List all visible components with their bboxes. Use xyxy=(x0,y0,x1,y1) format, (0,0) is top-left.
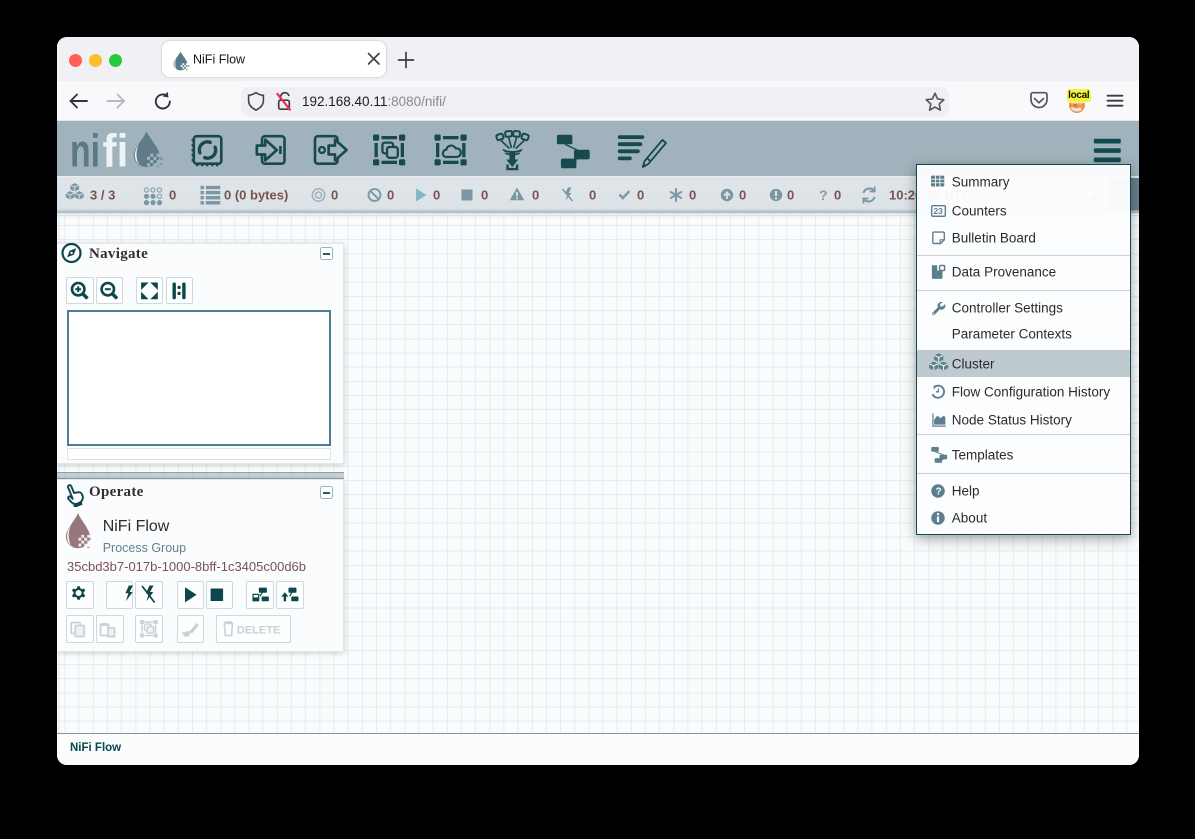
svg-text:?: ? xyxy=(935,486,941,497)
svg-text:3 / 3: 3 / 3 xyxy=(90,188,115,203)
svg-text:0: 0 xyxy=(433,188,440,203)
svg-text:0: 0 xyxy=(331,188,338,203)
svg-text:0 (0 bytes): 0 (0 bytes) xyxy=(224,188,288,203)
svg-text:0: 0 xyxy=(169,188,176,203)
svg-text:NiFi Flow: NiFi Flow xyxy=(193,53,246,67)
svg-text:fi: fi xyxy=(103,125,129,177)
svg-text:0: 0 xyxy=(589,188,596,203)
svg-text:0: 0 xyxy=(689,188,696,203)
svg-text:0: 0 xyxy=(387,188,394,203)
svg-text:0: 0 xyxy=(532,188,539,203)
svg-text:?: ? xyxy=(819,187,828,203)
svg-text:0: 0 xyxy=(481,188,488,203)
svg-text:0: 0 xyxy=(834,188,841,203)
svg-text:23: 23 xyxy=(933,206,943,216)
svg-text:ni: ni xyxy=(70,125,100,177)
svg-text:0: 0 xyxy=(739,188,746,203)
svg-text:0: 0 xyxy=(637,188,644,203)
svg-text:0: 0 xyxy=(787,188,794,203)
svg-text:DELETE: DELETE xyxy=(237,625,280,637)
